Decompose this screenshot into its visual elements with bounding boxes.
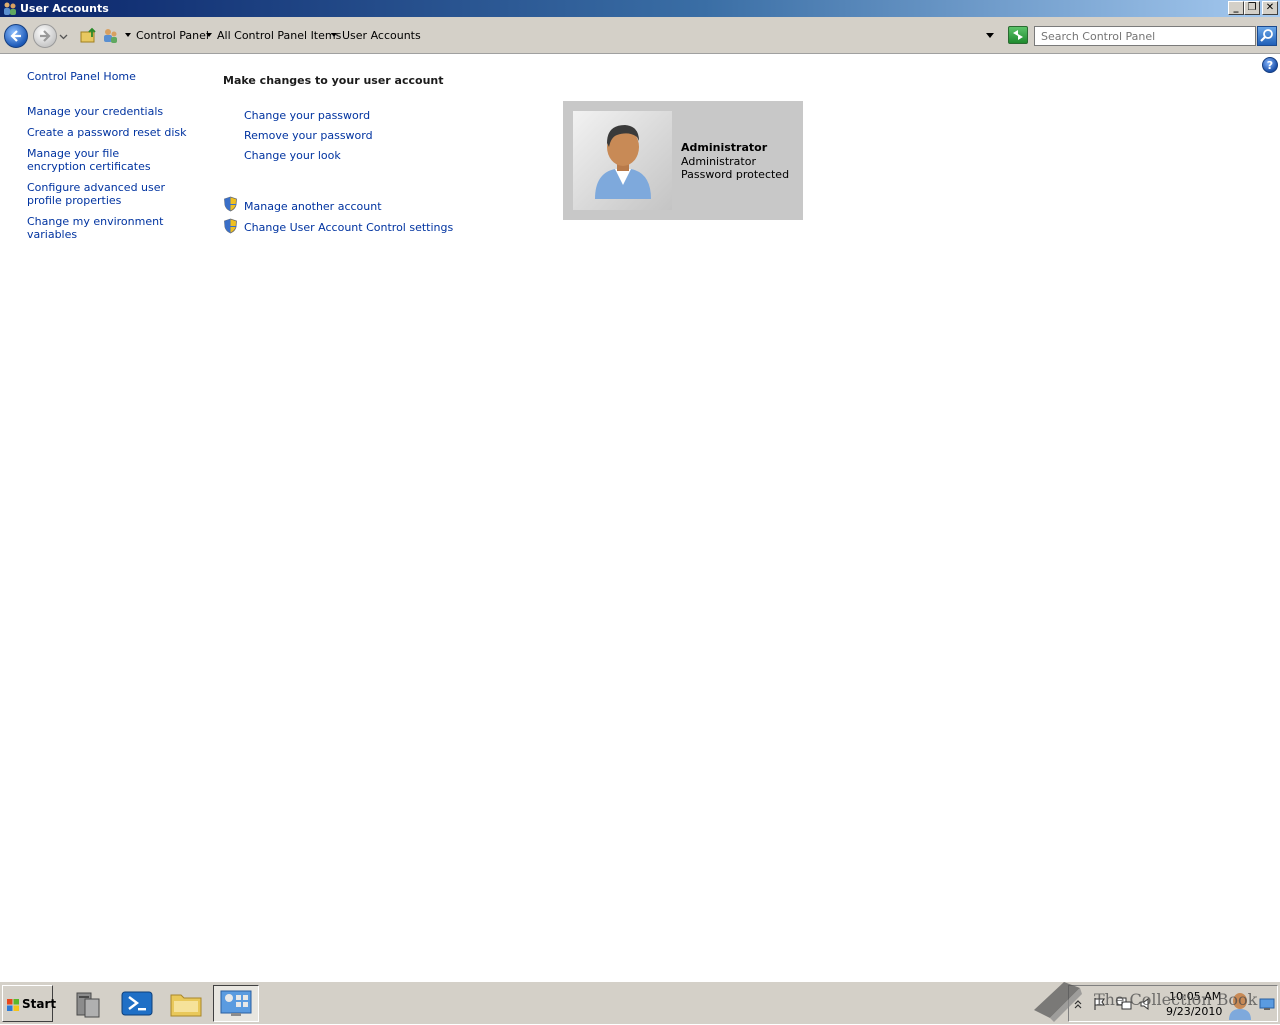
uac-shield-icon <box>224 218 237 234</box>
control-panel-icon <box>104 29 117 43</box>
folder-up-icon[interactable] <box>80 27 97 44</box>
restore-button[interactable]: ❐ <box>1244 1 1260 15</box>
environment-variables-link[interactable]: Change my environment variables <box>27 215 207 241</box>
account-name: Administrator <box>681 141 768 154</box>
start-label: Start <box>22 997 57 1011</box>
crumb-separator-icon[interactable] <box>125 33 131 37</box>
user-accounts-icon <box>4 2 16 15</box>
account-tile: Administrator Administrator Password pro… <box>563 101 803 220</box>
forward-button[interactable] <box>33 24 57 48</box>
arrow-right-icon <box>40 30 51 42</box>
windows-logo-icon <box>7 999 19 1011</box>
watermark-text: The Collection Book <box>1094 990 1258 1009</box>
server-manager-icon <box>76 992 100 1018</box>
page-title: Make changes to your user account <box>223 74 444 87</box>
close-button[interactable]: ✕ <box>1262 1 1278 15</box>
recent-pages-dropdown-icon[interactable] <box>59 32 68 41</box>
uac-settings-link[interactable]: Change User Account Control settings <box>244 221 453 234</box>
navigation-bar: Control Panel All Control Panel Items Us… <box>0 17 1280 54</box>
remove-password-link[interactable]: Remove your password <box>244 129 373 142</box>
window-title: User Accounts <box>20 2 109 15</box>
taskbar-explorer[interactable] <box>163 985 209 1022</box>
back-button[interactable] <box>4 24 28 48</box>
help-icon[interactable]: ? <box>1262 57 1278 73</box>
manage-another-account-link[interactable]: Manage another account <box>244 200 382 213</box>
control-panel-home-link[interactable]: Control Panel Home <box>27 70 197 83</box>
folder-icon <box>170 994 202 1017</box>
refresh-icon <box>1013 30 1023 40</box>
crumb-control-panel[interactable]: Control Panel <box>136 28 209 44</box>
avatar <box>573 111 672 210</box>
user-avatar-icon <box>595 125 651 199</box>
start-button[interactable]: Start <box>2 985 57 1022</box>
crumb-user-accounts[interactable]: User Accounts <box>342 28 421 44</box>
search-button[interactable] <box>1257 26 1277 46</box>
address-breadcrumb[interactable]: Control Panel All Control Panel Items Us… <box>78 26 1004 46</box>
crumb-separator-icon[interactable] <box>206 33 212 37</box>
advanced-profile-link[interactable]: Configure advanced user profile properti… <box>27 181 192 207</box>
refresh-button[interactable] <box>1008 26 1028 44</box>
file-encryption-link[interactable]: Manage your file encryption certificates <box>27 147 177 173</box>
taskbar-server-manager[interactable] <box>65 985 111 1022</box>
crumb-all-items[interactable]: All Control Panel Items <box>217 28 341 44</box>
address-history-dropdown-icon[interactable] <box>986 33 994 38</box>
uac-shield-icon <box>224 196 237 212</box>
control-panel-icon <box>220 990 252 1016</box>
taskbar-powershell[interactable] <box>114 985 160 1022</box>
account-status: Password protected <box>681 168 790 181</box>
search-box[interactable] <box>1034 26 1256 46</box>
change-look-link[interactable]: Change your look <box>244 149 341 162</box>
change-password-link[interactable]: Change your password <box>244 109 370 122</box>
search-input[interactable] <box>1041 29 1253 44</box>
search-icon <box>1260 29 1273 42</box>
arrow-left-icon <box>10 30 21 42</box>
title-bar[interactable]: User Accounts _ ❐ ✕ <box>0 0 1280 17</box>
powershell-icon <box>121 991 153 1016</box>
crumb-separator-icon[interactable] <box>331 33 337 37</box>
password-reset-disk-link[interactable]: Create a password reset disk <box>27 126 197 139</box>
account-type: Administrator <box>681 155 756 168</box>
minimize-button[interactable]: _ <box>1228 1 1244 15</box>
manage-credentials-link[interactable]: Manage your credentials <box>27 105 197 118</box>
taskbar-control-panel[interactable] <box>213 985 259 1022</box>
